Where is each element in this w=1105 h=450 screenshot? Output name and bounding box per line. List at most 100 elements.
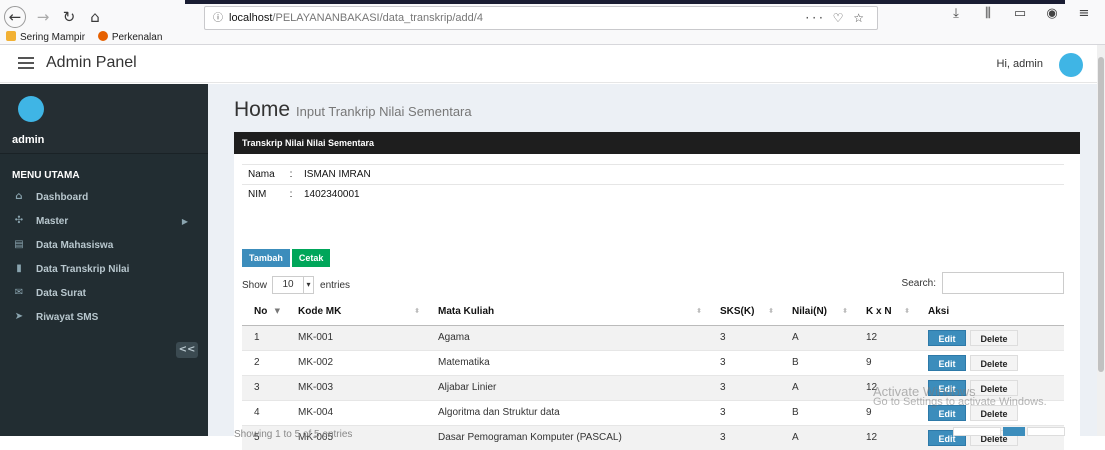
bookmark-label: Perkenalan — [111, 32, 163, 43]
nim-label: NIM — [248, 189, 267, 200]
nav-row: ← → ↻ ⌂ ⓘ localhost/PELAYANANBAKASI/data_… — [0, 6, 1105, 30]
send-icon: ➤ — [14, 311, 24, 322]
col-sks[interactable]: SKS(K) ⬍ — [708, 299, 780, 326]
sidebar: admin MENU UTAMA ⌂ Dashboard ✣ Master ▶ ▤ Da… — [0, 84, 208, 436]
pagination-next[interactable] — [1027, 427, 1065, 436]
cell-sks: 3 — [708, 424, 780, 450]
browser-toolbar: ← → ↻ ⌂ ⓘ localhost/PELAYANANBAKASI/data_… — [0, 0, 1105, 45]
col-label: No — [254, 306, 268, 318]
avatar[interactable] — [1059, 53, 1083, 77]
cell-nilai: A — [780, 424, 854, 450]
sidebar-item-label: Dashboard — [36, 191, 89, 203]
toolbar-right: ⤓ ⫼ ▭ ◉ ≡ — [940, 6, 1100, 21]
bookmark-sering-mampir[interactable]: Sering Mampir — [6, 31, 85, 43]
url-host: localhost — [229, 12, 273, 24]
cell-kode: MK-003 — [286, 374, 426, 400]
sidebar-item-riwayat-sms[interactable]: ➤ Riwayat SMS — [0, 305, 208, 329]
entries-control: Show 10 ▾ entries — [242, 276, 350, 294]
search-label: Search: — [901, 277, 936, 289]
sidebar-item-data-mahasiswa[interactable]: ▤ Data Mahasiswa — [0, 233, 208, 257]
cetak-button[interactable]: Cetak — [291, 249, 331, 267]
page-title-text: Home — [234, 98, 291, 121]
library-icon[interactable]: ⫼ — [972, 6, 1004, 21]
user-greeting[interactable]: Hi, admin — [997, 58, 1043, 70]
sort-icon: ⬍ — [696, 307, 702, 315]
download-icon[interactable]: ⤓ — [940, 6, 972, 21]
info-icon[interactable]: ⓘ — [213, 13, 223, 24]
nim-value: 1402340001 — [304, 189, 360, 200]
sidebar-toggle-icon[interactable]: ▭ — [1004, 6, 1036, 21]
col-label: Aksi — [928, 306, 950, 318]
cell-no: 1 — [242, 324, 286, 350]
main-content: Home Input Trankrip Nilai Sementara Trans… — [208, 84, 1097, 450]
firefox-icon — [97, 31, 108, 41]
pagination-previous[interactable] — [953, 427, 1001, 436]
name-label: Nama — [248, 169, 275, 180]
home-icon: ⌂ — [15, 191, 23, 202]
url-bar[interactable]: ⓘ localhost/PELAYANANBAKASI/data_transkri… — [204, 6, 878, 30]
chevron-right-icon: ▶ — [181, 216, 188, 226]
edit-button[interactable]: Edit — [928, 354, 966, 371]
col-mata-kuliah[interactable]: Mata Kuliah ⬍ — [426, 299, 708, 326]
entries-value: 10 — [282, 279, 294, 290]
sidebar-username: admin — [12, 134, 45, 146]
edit-button[interactable]: Edit — [928, 329, 966, 346]
name-value: ISMAN IMRAN — [304, 169, 371, 180]
col-label: Nilai(N) — [792, 306, 827, 318]
entries-label: entries — [320, 279, 351, 291]
cell-nilai: A — [780, 374, 854, 400]
cell-sks: 3 — [708, 324, 780, 350]
scrollbar[interactable] — [1097, 45, 1105, 436]
account-icon[interactable]: ◉ — [1036, 6, 1068, 21]
sidebar-item-dashboard[interactable]: ⌂ Dashboard — [0, 185, 208, 209]
cell-kxn: 9 — [854, 349, 916, 375]
transcript-table: No ▼ Kode MK ⬍ Mata Kuliah ⬍ SKS(K) ⬍ Nilai(… — [242, 299, 1064, 450]
col-kode-mk[interactable]: Kode MK ⬍ — [286, 299, 426, 326]
search-control: Search: — [902, 272, 1064, 294]
tambah-button[interactable]: Tambah — [242, 249, 290, 267]
collapse-sidebar-button[interactable]: << — [176, 342, 198, 358]
bookmark-perkenalan[interactable]: Perkenalan — [97, 31, 163, 43]
envelope-icon: ✉ — [14, 287, 24, 298]
col-no[interactable]: No ▼ — [242, 299, 286, 326]
reload-icon[interactable]: ↻ — [58, 6, 80, 28]
menu-icon[interactable]: ≡ — [1068, 6, 1100, 21]
entries-select[interactable]: 10 ▾ — [272, 276, 315, 294]
col-label: K x N — [866, 306, 892, 318]
cell-kxn: 12 — [854, 424, 916, 450]
star-icon — [6, 31, 16, 41]
home-icon[interactable]: ⌂ — [84, 6, 106, 28]
cell-kode: MK-004 — [286, 399, 426, 425]
sidebar-item-data-transkrip[interactable]: ▮ Data Transkrip Nilai — [0, 257, 208, 281]
sidebar-item-data-surat[interactable]: ✉ Data Surat — [0, 281, 208, 305]
colon: : — [289, 169, 293, 180]
window-strip — [185, 0, 1065, 4]
scrollbar-thumb[interactable] — [1098, 57, 1104, 372]
show-label: Show — [242, 279, 268, 291]
admin-header: Admin Panel Hi, admin — [0, 45, 1097, 83]
table-row: 2 MK-002 Matematika 3 B 9 Edit Delete — [242, 349, 1064, 375]
cell-mk: Algoritma dan Struktur data — [426, 399, 708, 425]
search-input[interactable] — [942, 272, 1064, 294]
watermark-subtitle: Go to Settings to activate Windows. — [873, 396, 1047, 408]
cell-kxn: 12 — [854, 324, 916, 350]
id-card-icon: ▤ — [14, 239, 24, 250]
cell-aksi: Edit Delete — [916, 324, 1064, 350]
col-nilai[interactable]: Nilai(N) ⬍ — [780, 299, 854, 326]
url-actions[interactable]: ··· ♡ ☆ — [805, 7, 867, 29]
cell-no: 3 — [242, 374, 286, 400]
cell-mk: Aljabar Linier — [426, 374, 708, 400]
back-icon[interactable]: ← — [4, 6, 26, 28]
cell-kode: MK-001 — [286, 324, 426, 350]
delete-button[interactable]: Delete — [970, 329, 1018, 346]
col-kxn[interactable]: K x N ⬍ — [854, 299, 916, 326]
student-info: Nama : ISMAN IMRAN NIM : 1402340001 Tamb… — [242, 164, 1064, 450]
table-header-row: No ▼ Kode MK ⬍ Mata Kuliah ⬍ SKS(K) ⬍ Nilai(… — [242, 299, 1064, 326]
hamburger-icon[interactable] — [18, 57, 34, 69]
pagination-page-current[interactable] — [1003, 427, 1025, 436]
sidebar-item-master[interactable]: ✣ Master ▶ — [0, 209, 208, 233]
delete-button[interactable]: Delete — [970, 354, 1018, 371]
activate-windows-watermark: Activate Windows Go to Settings to activ… — [873, 385, 1047, 408]
forward-icon[interactable]: → — [32, 6, 54, 28]
cell-kode: MK-002 — [286, 349, 426, 375]
